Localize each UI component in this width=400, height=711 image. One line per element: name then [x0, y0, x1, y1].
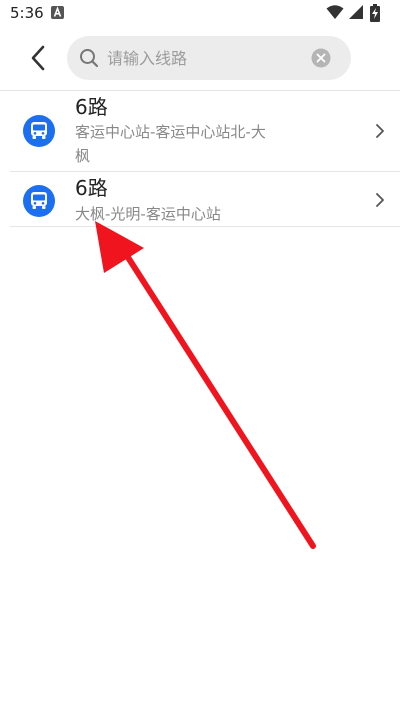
route-result-item[interactable]: 6路 客运中心站-客运中心站北-大枫: [0, 92, 400, 170]
route-result-item[interactable]: 6路 大枫-光明-客运中心站: [0, 172, 400, 227]
wifi-icon: [326, 5, 344, 19]
route-description: 客运中心站-客运中心站北-大枫: [75, 123, 266, 165]
search-header: [0, 28, 400, 90]
route-search-screen: 5:36 请输入线路 6路 客运中心站-客运中心站北-大枫 6路 大枫-光明-客…: [0, 0, 400, 711]
header-divider: [0, 90, 400, 91]
notification-a-icon: [51, 6, 64, 19]
chevron-left-icon[interactable]: [24, 40, 54, 76]
bus-icon: [23, 115, 55, 147]
row-divider: [10, 226, 400, 227]
route-name: 6路: [75, 176, 108, 200]
route-name: 6路: [75, 95, 108, 119]
chevron-right-icon: [376, 193, 384, 207]
chevron-right-icon: [376, 124, 384, 138]
search-input[interactable]: [107, 36, 302, 80]
battery-charging-icon: [370, 4, 380, 22]
status-time: 5:36: [10, 4, 44, 22]
search-box[interactable]: [67, 36, 351, 80]
status-bar: 5:36: [0, 0, 400, 28]
route-description: 大枫-光明-客运中心站: [75, 205, 221, 223]
clear-circle-icon[interactable]: [311, 48, 331, 68]
search-icon: [80, 49, 99, 68]
bus-icon: [23, 185, 55, 217]
signal-icon: [349, 5, 363, 19]
